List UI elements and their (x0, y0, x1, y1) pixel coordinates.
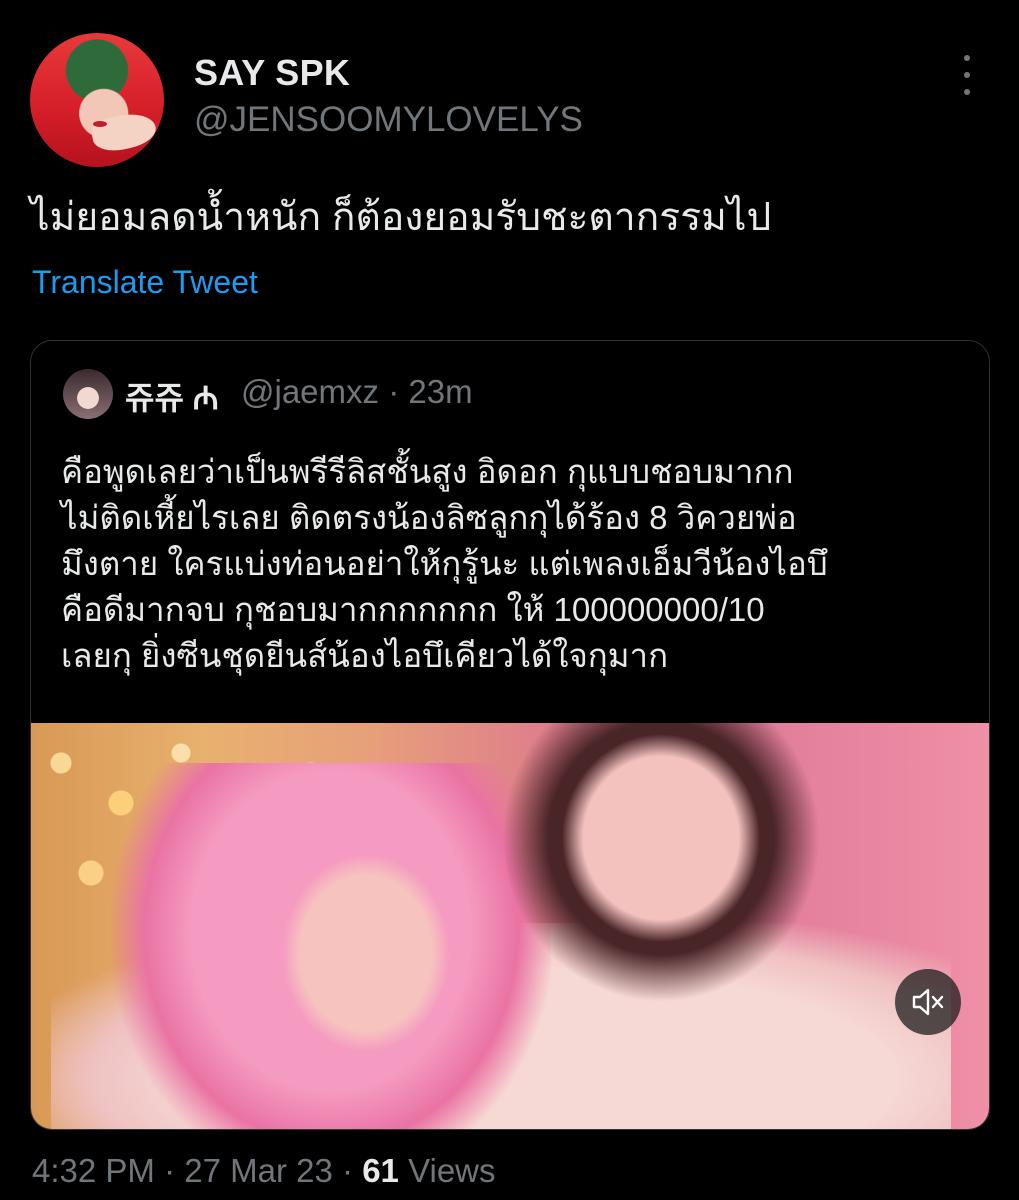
media-figure (281, 853, 451, 1053)
quoted-text-line: เลยกุ ยิ่งซีนชุดยีนส์น้องไอบึเคียวได้ใจก… (61, 637, 669, 674)
speaker-muted-icon (912, 988, 944, 1016)
avatar-photo-detail (93, 121, 107, 127)
meta-separator: · (164, 1152, 176, 1189)
quoted-text-line: มึงตาย ใครแบ่งท่อนอย่าให้กุรู้นะ แต่เพลง… (61, 545, 828, 582)
author-display-name[interactable]: SAY SPK (194, 52, 350, 94)
quoted-tweet-text: คือพูดเลยว่าเป็นพรีรีลิสชั้นสูง อิดอก กุ… (61, 449, 981, 679)
more-vertical-icon[interactable] (955, 55, 979, 95)
media-figure (561, 733, 761, 943)
translate-tweet-link[interactable]: Translate Tweet (32, 264, 258, 301)
meta-separator: · (388, 373, 400, 410)
quoted-video-media[interactable] (31, 723, 989, 1129)
quoted-author-display-name[interactable]: 쥬쥬 ₼ (125, 373, 219, 419)
quoted-tweet-age: 23m (408, 373, 473, 410)
quoted-tweet-card[interactable]: 쥬쥬 ₼ @jaemxz · 23m คือพูดเลยว่าเป็นพรีรี… (30, 340, 990, 1130)
avatar-photo-detail (89, 108, 159, 156)
views-label[interactable]: Views (408, 1152, 495, 1189)
quoted-author-meta[interactable]: @jaemxz · 23m (241, 373, 473, 411)
quoted-author-handle[interactable]: @jaemxz (241, 373, 379, 410)
views-count[interactable]: 61 (362, 1152, 399, 1189)
quoted-author-avatar[interactable] (63, 369, 113, 419)
tweet-metadata-row: 4:32 PM · 27 Mar 23 · 61 Views (32, 1152, 496, 1190)
quoted-text-line: คือพูดเลยว่าเป็นพรีรีลิสชั้นสูง อิดอก กุ… (61, 453, 794, 490)
author-avatar[interactable] (30, 33, 164, 167)
tweet-date[interactable]: 27 Mar 23 (184, 1152, 333, 1189)
author-handle[interactable]: @JENSOOMYLOVELYS (194, 100, 583, 140)
meta-separator: · (342, 1152, 354, 1189)
quoted-text-line: ไม่ติดเหี้ยไรเลย ติดตรงน้องลิซลูกกุได้ร้… (61, 499, 797, 536)
tweet-text: ไม่ยอมลดน้ำหนัก ก็ต้องยอมรับชะตากรรมไป (30, 196, 772, 239)
quoted-text-line: คือดีมากจบ กุชอบมากกกกกกก ให้ 100000000/… (61, 591, 765, 628)
mute-toggle-button[interactable] (895, 969, 961, 1035)
tweet-time[interactable]: 4:32 PM (32, 1152, 155, 1189)
